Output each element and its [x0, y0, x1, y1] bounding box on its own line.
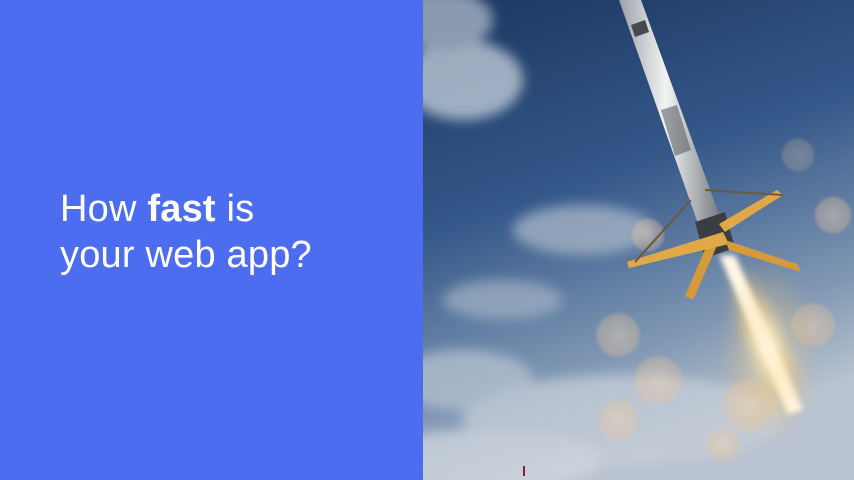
slide: How fast is your web app?: [0, 0, 854, 480]
title-text-line2: your web app?: [60, 234, 312, 276]
slide-title: How fast is your web app?: [60, 186, 312, 278]
title-text-is: is: [215, 188, 255, 230]
title-text-how: How: [60, 188, 148, 230]
title-text-fast: fast: [147, 188, 216, 230]
title-panel: How fast is your web app?: [0, 0, 423, 480]
rocket-landing-photo: [423, 0, 854, 480]
ground-tower: [523, 466, 525, 476]
